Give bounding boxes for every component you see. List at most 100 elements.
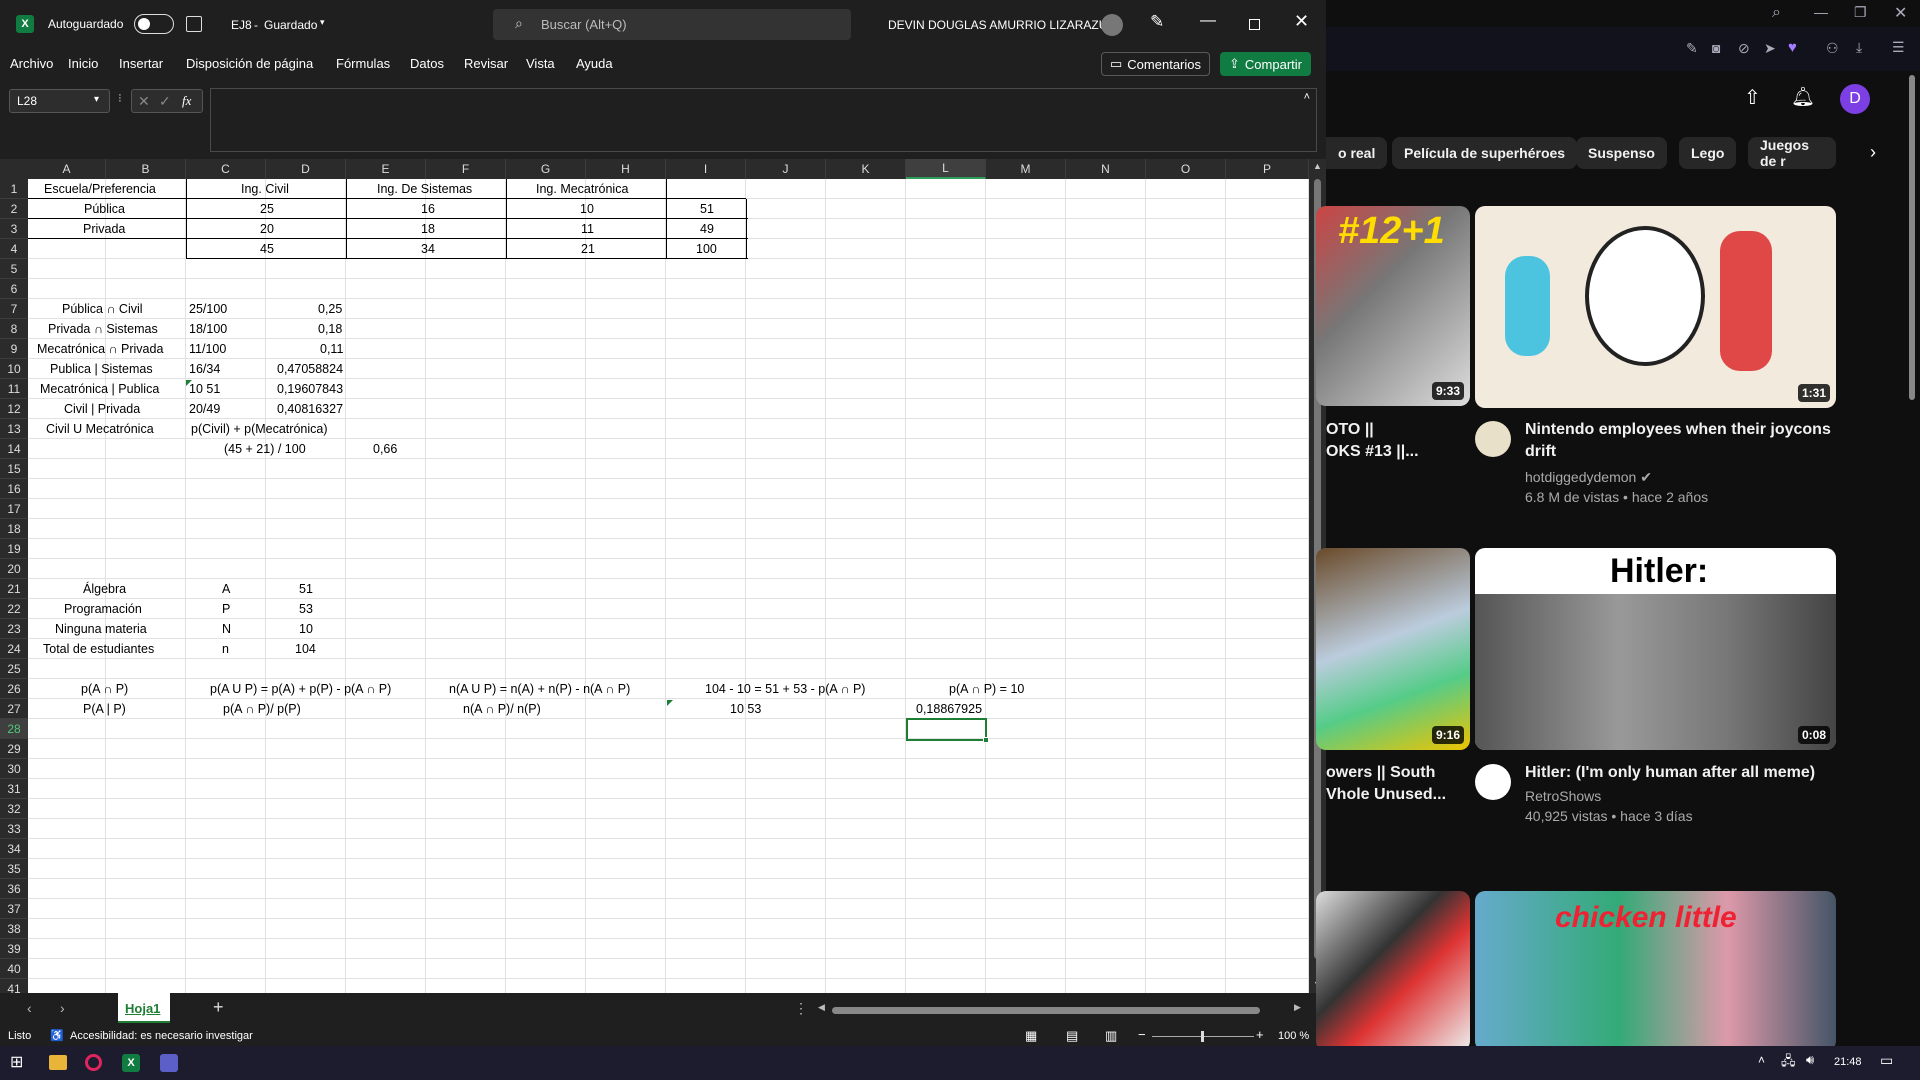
close-icon[interactable]: ✕ [1294,11,1309,32]
fill-handle[interactable] [983,737,989,743]
fx-icon[interactable]: fx [182,93,191,109]
cell-C13[interactable]: p(Civil) + p(Mecatrónica) [191,419,328,439]
row-header-37[interactable]: 37 [0,899,28,919]
page-break-icon[interactable]: ▥ [1105,1028,1117,1044]
cell-A7[interactable]: Pública ∩ Civil [62,299,143,319]
row-header-15[interactable]: 15 [0,459,28,479]
row-header-23[interactable]: 23 [0,619,28,639]
row-header-29[interactable]: 29 [0,739,28,759]
row-header-39[interactable]: 39 [0,939,28,959]
cell-A12[interactable]: Civil | Privada [64,399,140,419]
channel-avatar[interactable] [1475,764,1511,800]
menu-inicio[interactable]: Inicio [68,56,98,71]
accessibility-status[interactable]: Accesibilidad: es necesario investigar [70,1030,253,1042]
heart-icon[interactable]: ♥ [1788,39,1797,56]
menu-datos[interactable]: Datos [410,56,444,71]
row-header-31[interactable]: 31 [0,779,28,799]
browser-minimize-icon[interactable]: — [1814,4,1828,20]
cell-F26[interactable]: n(A U P) = n(A) + n(P) - n(A ∩ P) [449,679,630,699]
user-avatar[interactable] [1101,14,1123,36]
cell-G2[interactable]: 10 [580,199,594,219]
file-name[interactable]: EJ8 [231,18,252,32]
cell-I4[interactable]: 100 [696,239,717,259]
excel-taskbar-icon[interactable]: X [122,1054,140,1072]
cell-A23[interactable]: Ninguna materia [55,619,147,639]
search-box[interactable]: ⌕ Buscar (Alt+Q) [493,9,851,40]
row-header-28[interactable]: 28 [0,719,28,739]
cell-D21[interactable]: 51 [299,579,313,599]
cell-A9[interactable]: Mecatrónica ∩ Privada [37,339,163,359]
select-all-corner[interactable] [0,159,28,179]
tray-expand-icon[interactable]: ˄ [1758,1053,1765,1067]
video-thumbnail[interactable]: 9:16 [1316,548,1470,750]
cell-C7[interactable]: 25/100 [189,299,227,319]
cell-I26[interactable]: 104 - 10 = 51 + 53 - p(A ∩ P) [705,679,865,699]
row-header-22[interactable]: 22 [0,599,28,619]
column-header-H[interactable]: H [586,159,666,179]
row-header-5[interactable]: 5 [0,259,28,279]
cell-I3[interactable]: 49 [700,219,714,239]
cell-A10[interactable]: Publica | Sistemas [50,359,153,379]
cell-E14[interactable]: 0,66 [373,439,397,459]
row-header-18[interactable]: 18 [0,519,28,539]
page-layout-icon[interactable]: ▤ [1066,1028,1078,1044]
block-icon[interactable]: ⊘ [1738,40,1750,57]
add-sheet-icon[interactable]: + [213,997,224,1018]
cell-E1[interactable]: Ing. De Sistemas [377,179,472,199]
opera-icon[interactable] [85,1054,102,1071]
save-icon[interactable] [186,16,202,32]
cell-D23[interactable]: 10 [299,619,313,639]
cell-C23[interactable]: N [222,619,231,639]
cell-D12[interactable]: 0,40816327 [277,399,343,419]
cell-C21[interactable]: A [222,579,230,599]
cell-C27[interactable]: p(A ∩ P)/ p(P) [223,699,301,719]
video-title-line2[interactable]: OKS #13 ||... [1326,441,1419,463]
channel-name[interactable]: hotdiggedydemon ✔ [1525,469,1652,486]
cell-L26[interactable]: p(A ∩ P) = 10 [949,679,1024,699]
cell-C2[interactable]: 25 [260,199,274,219]
column-header-C[interactable]: C [186,159,266,179]
column-header-O[interactable]: O [1146,159,1226,179]
row-header-25[interactable]: 25 [0,659,28,679]
cell-A26[interactable]: p(A ∩ P) [81,679,128,699]
row-header-2[interactable]: 2 [0,199,28,219]
error-indicator[interactable] [186,380,192,386]
row-header-16[interactable]: 16 [0,479,28,499]
edit-icon[interactable]: ✎ [1686,40,1698,57]
cell-A2[interactable]: Pública [84,199,125,219]
file-status[interactable]: Guardado [264,18,317,32]
share-button[interactable]: ⇪ Compartir [1220,52,1311,76]
file-explorer-icon[interactable] [49,1055,67,1070]
collapse-icon[interactable]: ˄ [1304,91,1310,103]
cell-E4[interactable]: 34 [421,239,435,259]
column-header-K[interactable]: K [826,159,906,179]
cell-C1[interactable]: Ing. Civil [241,179,289,199]
chip-suspenso[interactable]: Suspenso [1576,137,1667,169]
autosave-toggle[interactable] [134,14,174,34]
cell-C14[interactable]: (45 + 21) / 100 [224,439,306,459]
cell-D11[interactable]: 0,19607843 [277,379,343,399]
row-header-13[interactable]: 13 [0,419,28,439]
cell-C26[interactable]: p(A U P) = p(A) + p(P) - p(A ∩ P) [210,679,391,699]
browser-close-icon[interactable]: ✕ [1894,3,1907,23]
cell-C4[interactable]: 45 [260,239,274,259]
column-header-M[interactable]: M [986,159,1066,179]
row-header-9[interactable]: 9 [0,339,28,359]
cell-D10[interactable]: 0,47058824 [277,359,343,379]
row-header-1[interactable]: 1 [0,179,28,199]
cell-A1[interactable]: Escuela/Preferencia [44,179,156,199]
column-header-L[interactable]: L [906,159,986,179]
row-header-17[interactable]: 17 [0,499,28,519]
cell-C3[interactable]: 20 [260,219,274,239]
clock[interactable]: 21:48 [1834,1056,1862,1068]
row-header-32[interactable]: 32 [0,799,28,819]
name-box-splitter[interactable]: ⁝ [118,91,122,105]
video-title[interactable]: OTO || [1326,419,1374,441]
horizontal-scroll-thumb[interactable] [832,1007,1260,1014]
chip-superhero[interactable]: Película de superhéroes [1392,137,1578,169]
cell-E3[interactable]: 18 [421,219,435,239]
zoom-level[interactable]: 100 % [1278,1030,1309,1042]
cell-G1[interactable]: Ing. Mecatrónica [536,179,628,199]
cell-I2[interactable]: 51 [700,199,714,219]
cell-D24[interactable]: 104 [295,639,316,659]
